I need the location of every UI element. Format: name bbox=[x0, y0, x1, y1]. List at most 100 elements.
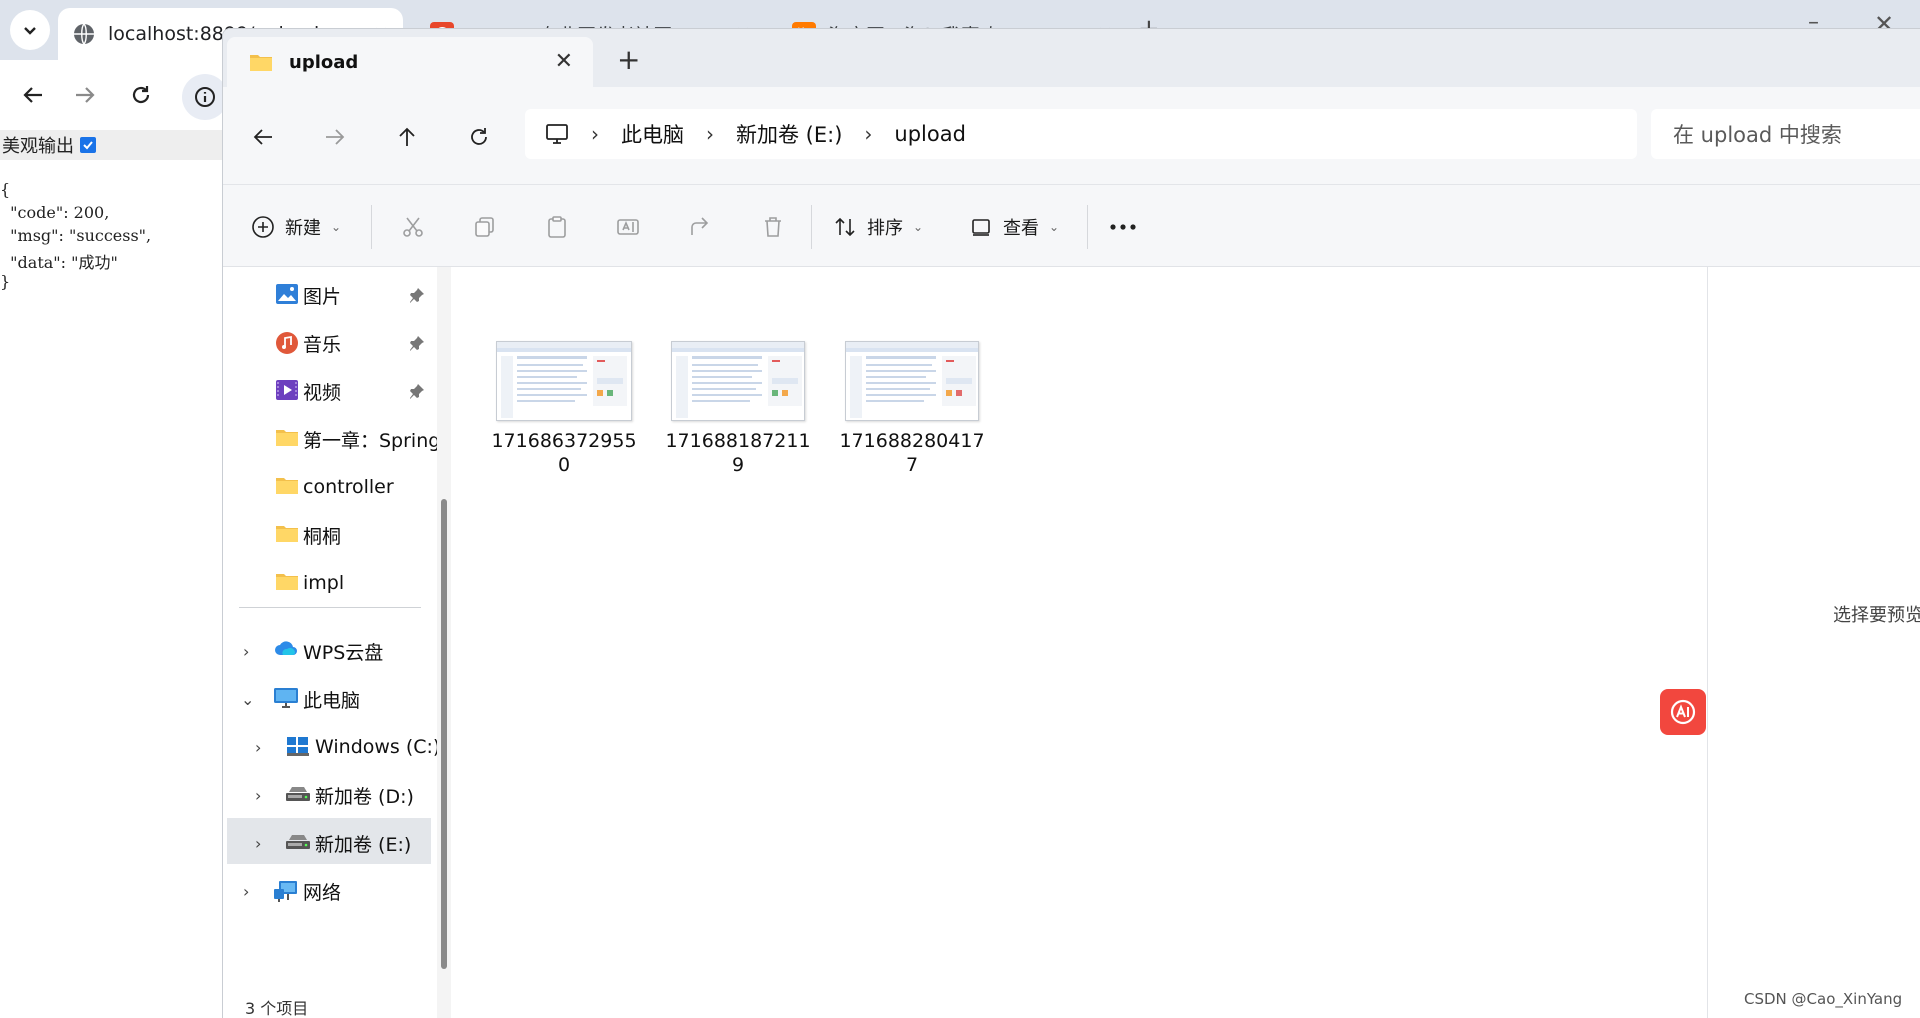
tree-item-this-pc[interactable]: ⌄ 此电脑 bbox=[223, 677, 445, 721]
forward-button[interactable] bbox=[66, 76, 104, 114]
file-item[interactable]: 1716881872119 bbox=[663, 341, 813, 477]
view-icon bbox=[972, 219, 990, 236]
up-button[interactable] bbox=[387, 117, 427, 157]
image-thumbnail bbox=[496, 341, 632, 421]
chevron-right-icon[interactable]: › bbox=[864, 122, 872, 146]
nav-item-pictures[interactable]: 图片 bbox=[223, 273, 445, 317]
trash-icon bbox=[765, 217, 781, 237]
cut-button[interactable] bbox=[393, 207, 433, 247]
explorer-title-bar: upload ✕ + bbox=[223, 29, 1920, 87]
arrow-right-icon bbox=[76, 87, 95, 103]
folder-icon bbox=[275, 523, 301, 547]
folder-icon bbox=[250, 55, 272, 71]
computer-icon bbox=[273, 687, 299, 711]
chevron-right-icon[interactable]: › bbox=[255, 834, 261, 853]
paste-button[interactable] bbox=[537, 207, 577, 247]
new-button[interactable]: 新建 ⌄ bbox=[251, 207, 341, 247]
back-button[interactable] bbox=[14, 76, 52, 114]
breadcrumb-upload[interactable]: upload bbox=[894, 122, 966, 146]
nav-item-music[interactable]: 音乐 bbox=[223, 321, 445, 365]
refresh-button[interactable] bbox=[459, 117, 499, 157]
info-icon bbox=[195, 87, 215, 107]
chevron-right-icon[interactable]: › bbox=[255, 786, 261, 805]
chevron-down-icon: ⌄ bbox=[1049, 220, 1060, 234]
tree-item-label: 新加卷 (D:) bbox=[315, 785, 414, 808]
view-button[interactable]: 查看 ⌄ bbox=[969, 207, 1059, 247]
json-line: } bbox=[0, 272, 11, 291]
close-icon[interactable]: ✕ bbox=[555, 49, 573, 74]
nav-scrollbar-thumb[interactable] bbox=[441, 499, 447, 969]
file-list-area[interactable]: 1716863729550 1716881872119 171688280417… bbox=[457, 267, 1920, 1018]
pin-icon[interactable] bbox=[409, 335, 425, 351]
preview-pane-divider[interactable] bbox=[1707, 267, 1708, 1018]
pin-icon[interactable] bbox=[409, 287, 425, 303]
tree-item-drive-e[interactable]: › 新加卷 (E:) bbox=[223, 821, 445, 865]
chevron-down-icon[interactable]: ⌄ bbox=[241, 690, 254, 709]
tree-item-drive-c[interactable]: › Windows (C:) bbox=[223, 725, 445, 769]
nav-item-folder-spring[interactable]: 第一章：Spring bbox=[223, 417, 445, 461]
chevron-right-icon[interactable]: › bbox=[255, 738, 261, 757]
nav-item-label: 视频 bbox=[303, 381, 342, 404]
file-item[interactable]: 1716882804177 bbox=[837, 341, 987, 477]
share-button[interactable] bbox=[681, 207, 721, 247]
tree-item-label: WPS云盘 bbox=[303, 641, 384, 664]
forward-button[interactable] bbox=[315, 117, 355, 157]
computer-icon bbox=[546, 124, 568, 144]
delete-button[interactable] bbox=[753, 207, 793, 247]
folder-icon bbox=[275, 427, 301, 451]
reload-button[interactable] bbox=[122, 76, 160, 114]
pin-icon[interactable] bbox=[409, 383, 425, 399]
pretty-print-label: 美观输出 bbox=[2, 136, 74, 157]
json-line: "msg": "success", bbox=[0, 226, 152, 245]
more-options-button[interactable] bbox=[1109, 207, 1137, 247]
nav-item-folder-impl[interactable]: impl bbox=[223, 561, 445, 605]
file-explorer-window: upload ✕ + › 此电脑 › 新加卷 (E:) › upload 在 u… bbox=[222, 28, 1920, 1018]
pictures-icon bbox=[275, 283, 301, 307]
tree-item-network[interactable]: › 网络 bbox=[223, 869, 445, 913]
address-bar[interactable]: › 此电脑 › 新加卷 (E:) › upload bbox=[525, 109, 1637, 159]
chevron-down-icon bbox=[24, 27, 36, 35]
file-item[interactable]: 1716863729550 bbox=[489, 341, 639, 477]
breadcrumb-this-pc[interactable]: 此电脑 bbox=[621, 119, 684, 149]
chevron-right-icon[interactable]: › bbox=[706, 122, 714, 146]
explorer-tab-upload[interactable]: upload ✕ bbox=[227, 37, 593, 87]
image-thumbnail bbox=[845, 341, 979, 421]
music-icon bbox=[275, 331, 301, 355]
tree-item-drive-d[interactable]: › 新加卷 (D:) bbox=[223, 773, 445, 817]
breadcrumb-drive-e[interactable]: 新加卷 (E:) bbox=[736, 119, 842, 149]
nav-item-folder-controller[interactable]: controller bbox=[223, 465, 445, 509]
search-input[interactable]: 在 upload 中搜索 bbox=[1651, 109, 1920, 159]
view-button-label: 查看 bbox=[1003, 218, 1039, 239]
new-tab-button[interactable]: + bbox=[617, 43, 640, 76]
windows-drive-icon bbox=[285, 735, 311, 759]
refresh-icon bbox=[471, 128, 487, 145]
network-icon bbox=[273, 879, 299, 903]
file-name: 1716863729550 bbox=[491, 430, 637, 476]
tree-item-label: Windows (C:) bbox=[315, 736, 441, 758]
rename-button[interactable] bbox=[609, 207, 649, 247]
share-icon bbox=[691, 217, 709, 235]
drive-icon bbox=[285, 783, 311, 807]
chevron-right-icon[interactable]: › bbox=[243, 882, 249, 901]
rename-icon bbox=[617, 219, 639, 235]
drive-icon bbox=[285, 831, 311, 855]
copy-button[interactable] bbox=[465, 207, 505, 247]
nav-item-folder-tongtong[interactable]: 桐桐 bbox=[223, 513, 445, 557]
json-line: "code": 200, bbox=[0, 203, 110, 222]
nav-item-label: 第一章：Spring bbox=[303, 429, 441, 452]
explorer-address-row: › 此电脑 › 新加卷 (E:) › upload 在 upload 中搜索 bbox=[223, 87, 1920, 185]
checkbox-checked-icon[interactable] bbox=[80, 137, 96, 153]
sort-button[interactable]: 排序 ⌄ bbox=[833, 207, 923, 247]
nav-item-videos[interactable]: 视频 bbox=[223, 369, 445, 413]
tree-item-wps-cloud[interactable]: › WPS云盘 bbox=[223, 629, 445, 673]
folder-icon bbox=[275, 571, 301, 595]
tab-search-button[interactable] bbox=[10, 10, 50, 50]
ai-icon bbox=[1670, 699, 1696, 725]
chevron-right-icon[interactable]: › bbox=[591, 122, 599, 146]
pretty-print-toggle[interactable]: 美观输出 bbox=[0, 130, 224, 160]
ai-assistant-button[interactable] bbox=[1660, 689, 1706, 735]
chevron-right-icon[interactable]: › bbox=[243, 642, 249, 661]
back-button[interactable] bbox=[243, 117, 283, 157]
nav-item-label: impl bbox=[303, 572, 345, 594]
globe-icon bbox=[72, 22, 96, 46]
